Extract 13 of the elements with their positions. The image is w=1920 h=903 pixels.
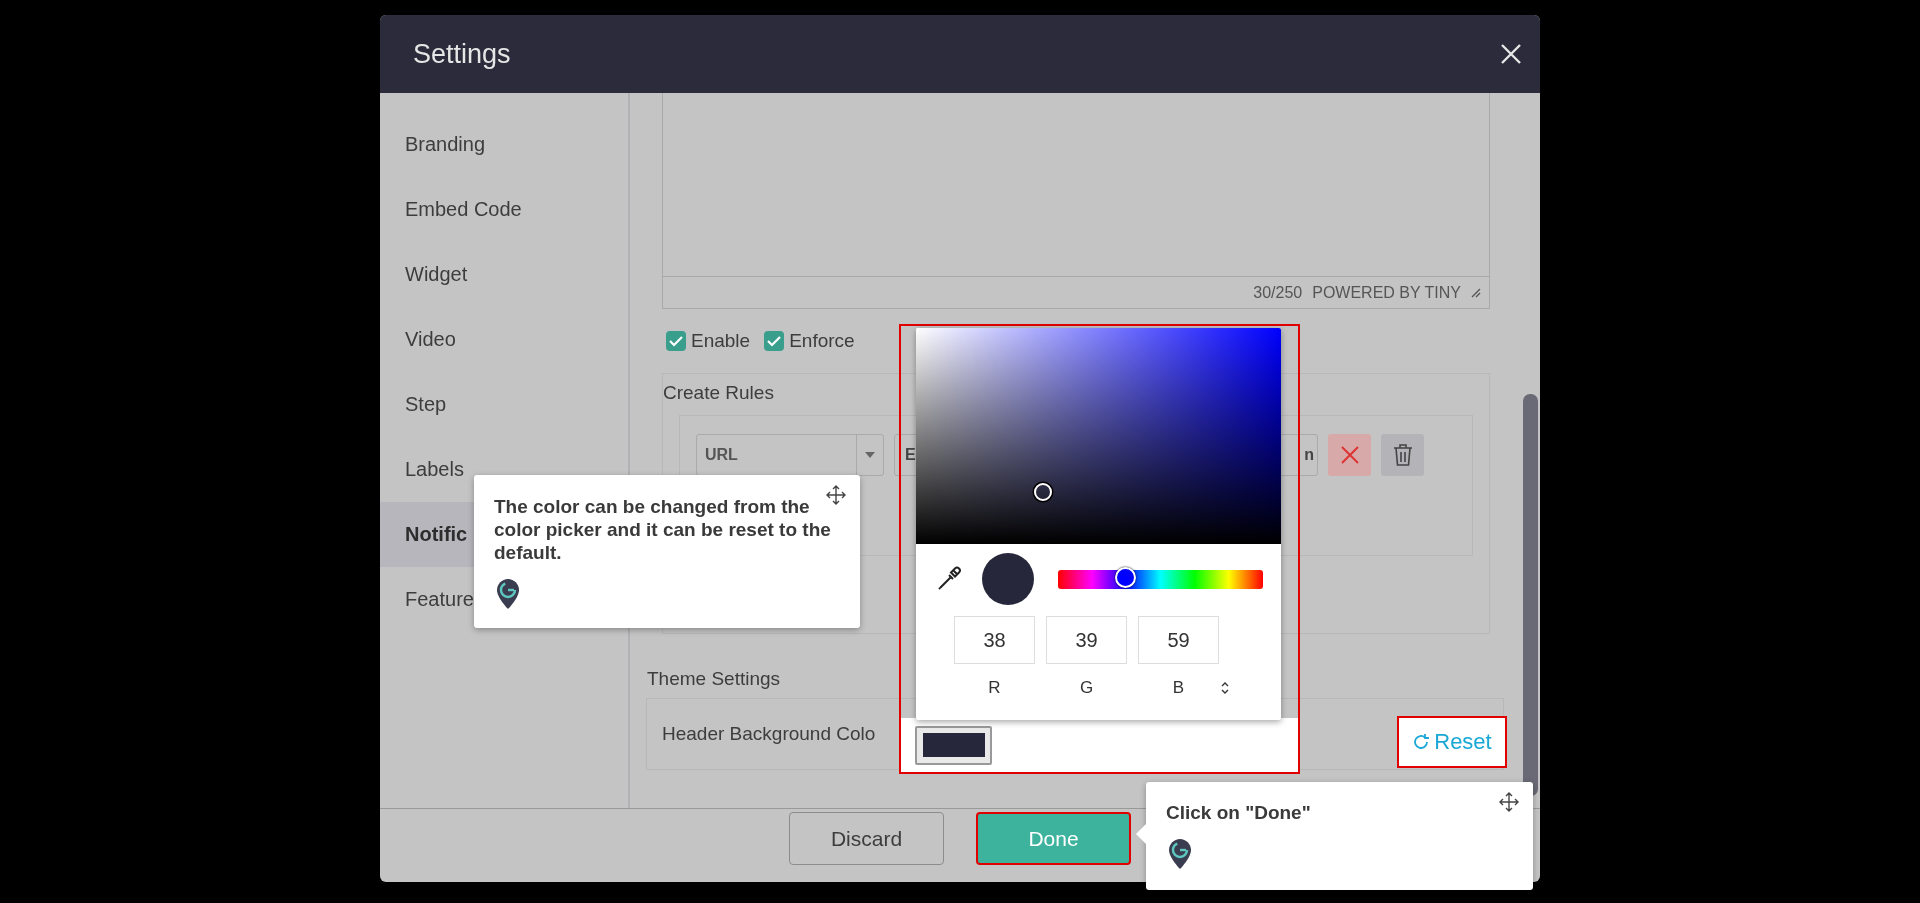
tooltip-text: The color can be changed from the color picker and it can be reset to the default. (494, 495, 832, 564)
channel-label: B (1171, 678, 1186, 698)
channel-label: R (987, 678, 1002, 698)
dialog-title: Settings (413, 38, 511, 70)
checkbox-label: Enforce (789, 330, 855, 352)
section-title: Create Rules (663, 381, 775, 404)
checkbox-label: Enable (691, 330, 751, 352)
tooltip-text: Click on "Done" (1166, 801, 1312, 824)
character-counter: 30/250 (1253, 283, 1303, 302)
field-label: Header Background Colo (662, 723, 876, 745)
section-title: Theme Settings (647, 668, 781, 691)
editor-branding: POWERED BY TINY (1312, 283, 1461, 302)
channel-label: G (1078, 678, 1095, 698)
